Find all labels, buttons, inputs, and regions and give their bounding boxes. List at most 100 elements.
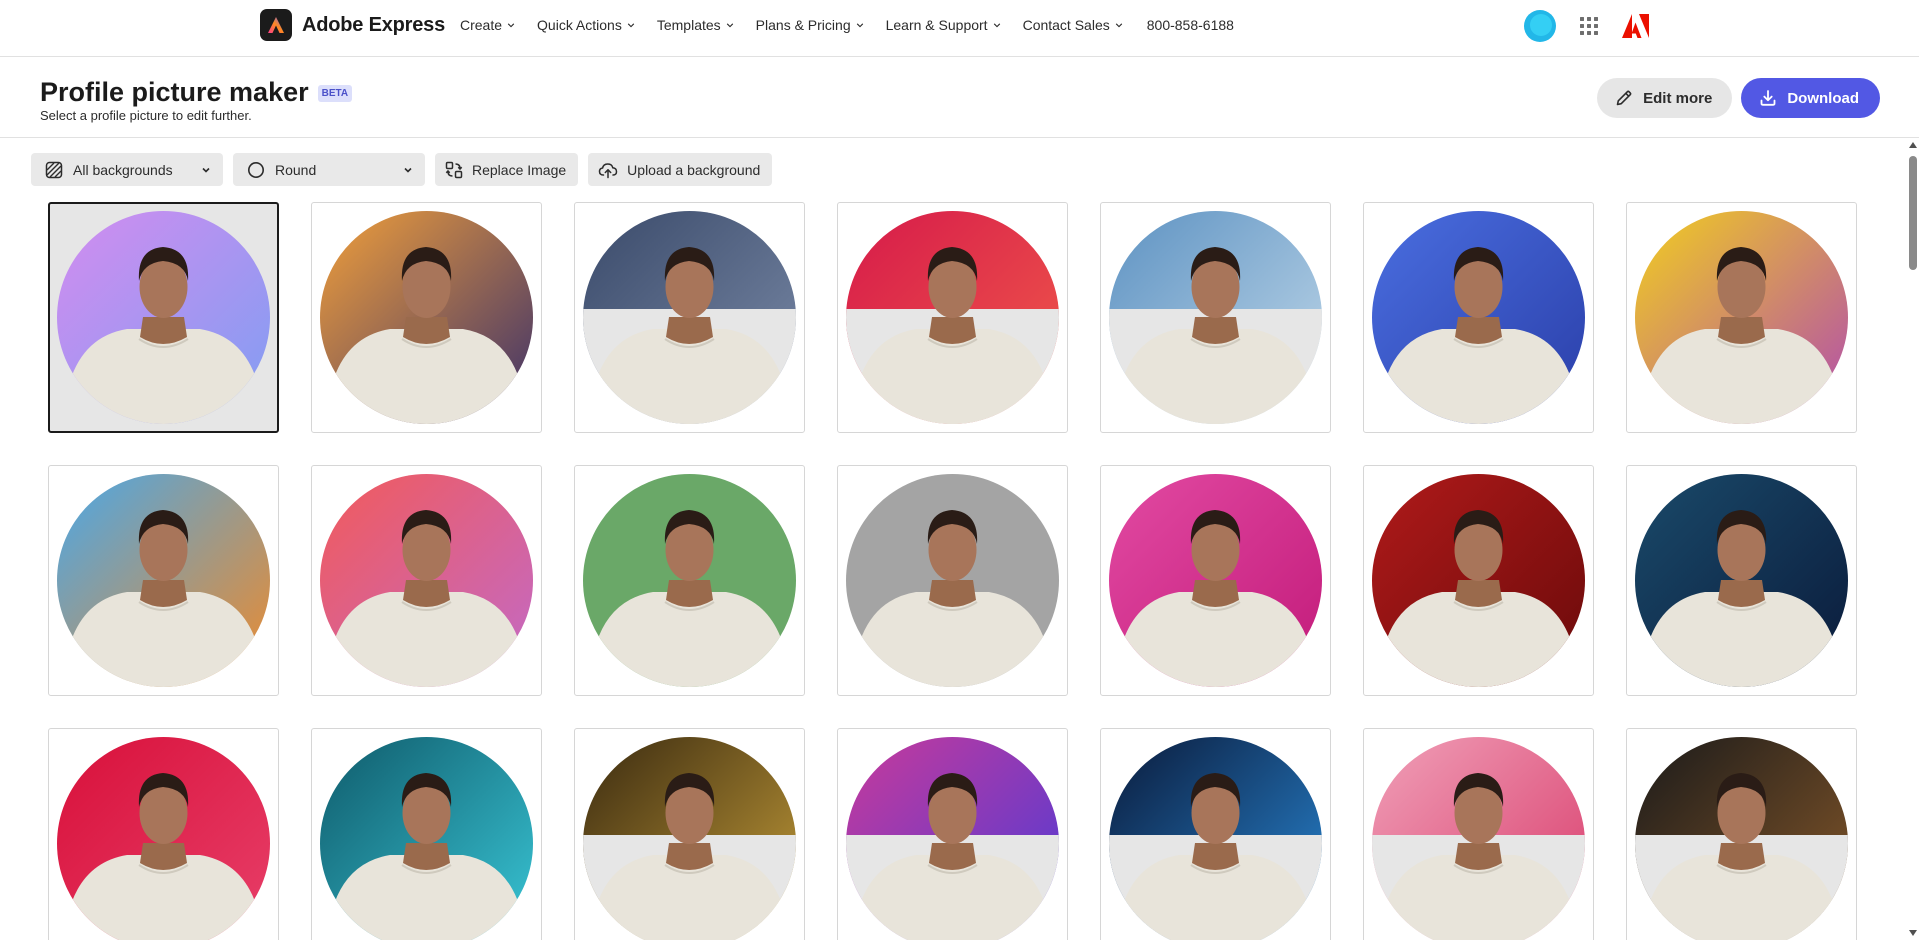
profile-option-card[interactable]: [48, 728, 279, 940]
user-avatar[interactable]: [1524, 10, 1556, 42]
profile-preview: [583, 737, 796, 940]
nav-create-label: Create: [460, 17, 503, 33]
edit-more-button[interactable]: Edit more: [1597, 78, 1733, 118]
download-button[interactable]: Download: [1741, 78, 1880, 118]
profile-option-card[interactable]: [1626, 465, 1857, 696]
profile-option-card[interactable]: [1363, 465, 1594, 696]
profile-preview: [320, 211, 533, 424]
shape-select[interactable]: Round: [233, 153, 425, 186]
page-header: Profile picture maker BETA Select a prof…: [0, 57, 1919, 138]
beta-badge: BETA: [317, 85, 353, 102]
nav-phone-link[interactable]: 800-858-6188: [1147, 17, 1234, 33]
profile-preview: [57, 211, 270, 424]
profile-option-card[interactable]: [1100, 465, 1331, 696]
profile-option-card[interactable]: [574, 465, 805, 696]
nav-contact-sales[interactable]: Contact Sales: [1023, 17, 1123, 33]
profile-preview: [1109, 474, 1322, 687]
cloud-upload-icon: [598, 162, 618, 178]
profile-option-card[interactable]: [1626, 728, 1857, 940]
replace-image-button[interactable]: Replace Image: [435, 153, 579, 186]
nav-templates-label: Templates: [656, 17, 721, 33]
nav-contact-sales-label: Contact Sales: [1022, 17, 1110, 33]
upload-background-label: Upload a background: [627, 161, 761, 178]
profile-option-card[interactable]: [1100, 728, 1331, 940]
nav-learn-support[interactable]: Learn & Support: [886, 17, 1001, 33]
profile-preview: [1109, 211, 1322, 424]
page-scrollbar[interactable]: [1907, 138, 1919, 940]
upload-background-button[interactable]: Upload a background: [588, 153, 773, 186]
download-icon: [1760, 90, 1776, 106]
profile-preview: [1372, 474, 1585, 687]
profile-preview: [1635, 737, 1848, 940]
page-title: Profile picture maker: [40, 77, 309, 107]
scroll-thumb[interactable]: [1909, 156, 1917, 270]
profile-preview: [1635, 474, 1848, 687]
nav-right: [1524, 10, 1649, 42]
nav-quick-actions-label: Quick Actions: [537, 17, 622, 33]
apps-grid-icon[interactable]: [1580, 17, 1598, 35]
page-title-row: Profile picture maker BETA: [40, 77, 353, 108]
chevron-down-icon: [507, 23, 515, 28]
profile-option-card[interactable]: [574, 202, 805, 433]
chevron-down-icon: [202, 167, 210, 173]
background-filter-value: All backgrounds: [73, 161, 173, 178]
profile-preview: [1109, 737, 1322, 940]
profile-preview: [846, 737, 1059, 940]
profile-preview: [57, 737, 270, 940]
page-subtitle: Select a profile picture to edit further…: [40, 108, 252, 123]
chevron-down-icon: [404, 167, 412, 173]
toolbar: All backgrounds Round Replace Image Uplo…: [31, 153, 773, 186]
chevron-down-icon: [856, 23, 863, 28]
profile-picture-grid: [48, 202, 1857, 940]
pencil-icon: [1616, 90, 1632, 106]
top-navigation: Adobe Express Create Quick Actions Templ…: [0, 0, 1919, 57]
profile-preview: [846, 474, 1059, 687]
chevron-down-icon: [726, 23, 733, 28]
profile-option-card[interactable]: [1363, 728, 1594, 940]
profile-preview: [1635, 211, 1848, 424]
profile-preview: [320, 737, 533, 940]
profile-option-card[interactable]: [837, 202, 1068, 433]
scroll-down-arrow-icon[interactable]: [1909, 930, 1917, 936]
profile-preview: [846, 211, 1059, 424]
profile-option-card[interactable]: [1363, 202, 1594, 433]
brand[interactable]: Adobe Express: [260, 9, 445, 41]
replace-image-label: Replace Image: [472, 161, 567, 178]
nav-plans-pricing-label: Plans & Pricing: [755, 17, 851, 33]
profile-option-card[interactable]: [48, 465, 279, 696]
nav-learn-support-label: Learn & Support: [885, 17, 988, 33]
profile-option-card[interactable]: [311, 728, 542, 940]
profile-preview: [1372, 737, 1585, 940]
profile-preview: [583, 474, 796, 687]
profile-option-card[interactable]: [574, 728, 805, 940]
edit-more-label: Edit more: [1643, 89, 1713, 107]
chevron-down-icon: [1115, 23, 1122, 28]
nav-create[interactable]: Create: [460, 17, 515, 33]
circle-shape-icon: [248, 161, 264, 178]
chevron-down-icon: [993, 23, 1000, 28]
profile-option-card[interactable]: [1626, 202, 1857, 433]
chevron-down-icon: [627, 23, 635, 28]
profile-option-card[interactable]: [311, 465, 542, 696]
nav-menu: Create Quick Actions Templates Plans & P…: [460, 17, 1234, 33]
profile-option-card[interactable]: [311, 202, 542, 433]
profile-preview: [1372, 211, 1585, 424]
adobe-express-logo-icon: [260, 9, 292, 41]
header-actions: Edit more Download: [1597, 78, 1880, 118]
nav-templates[interactable]: Templates: [657, 17, 734, 33]
replace-icon: [445, 161, 463, 178]
brand-name: Adobe Express: [302, 13, 446, 36]
nav-quick-actions[interactable]: Quick Actions: [537, 17, 635, 33]
shape-value: Round: [275, 161, 317, 178]
profile-preview: [320, 474, 533, 687]
nav-plans-pricing[interactable]: Plans & Pricing: [756, 17, 864, 33]
profile-preview: [583, 211, 796, 424]
profile-option-card[interactable]: [1100, 202, 1331, 433]
adobe-logo-icon[interactable]: [1622, 14, 1649, 38]
profile-option-card[interactable]: [837, 728, 1068, 940]
background-pattern-icon: [45, 161, 63, 178]
profile-option-card[interactable]: [48, 202, 279, 433]
background-filter-select[interactable]: All backgrounds: [31, 153, 223, 186]
profile-option-card[interactable]: [837, 465, 1068, 696]
scroll-up-arrow-icon[interactable]: [1909, 142, 1917, 148]
